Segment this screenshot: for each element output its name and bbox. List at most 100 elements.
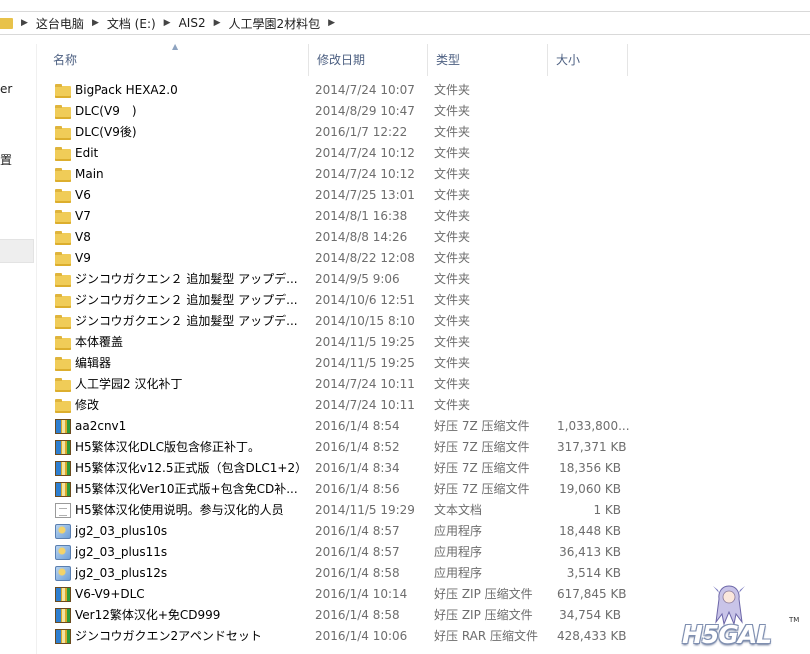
file-name: ジンコウガクエン２ 追加髮型 アップデ...	[75, 293, 298, 307]
file-date: 2016/1/4 8:57	[315, 545, 400, 559]
file-date: 2016/1/4 10:14	[315, 587, 408, 601]
file-type: 文件夹	[434, 272, 471, 286]
file-name: H5繁体汉化Ver10正式版+包含免CD补...	[75, 482, 298, 496]
file-type: 好压 7Z 压缩文件	[434, 419, 530, 433]
chevron-right-icon[interactable]: ▶	[164, 18, 171, 28]
file-date: 2014/8/22 12:08	[315, 251, 415, 265]
doc-icon	[55, 503, 71, 518]
file-date: 2014/11/5 19:29	[315, 503, 415, 517]
file-date: 2014/7/24 10:12	[315, 167, 415, 181]
file-type: 文件夹	[434, 104, 471, 118]
breadcrumb-item-drive[interactable]: 文档 (E:)	[107, 15, 156, 32]
file-name: V6	[75, 188, 91, 202]
folder-icon	[55, 377, 71, 392]
file-row[interactable]: Edit 2014/7/24 10:12 文件夹	[37, 143, 810, 164]
file-date: 2014/7/24 10:11	[315, 398, 415, 412]
folder-icon	[55, 356, 71, 371]
file-type: 文件夹	[434, 230, 471, 244]
file-date: 2016/1/7 12:22	[315, 125, 408, 139]
file-row[interactable]: 本体覆盖 2014/11/5 19:25 文件夹	[37, 332, 810, 353]
file-row[interactable]: ジンコウガクエン２ 追加髮型 アップデ... 2014/9/5 9:06 文件夹	[37, 269, 810, 290]
file-name: 人工学园2 汉化补丁	[75, 377, 183, 391]
file-size: 1,033,800...	[557, 419, 630, 433]
file-date: 2014/7/24 10:11	[315, 377, 415, 391]
file-type: 文件夹	[434, 293, 471, 307]
file-row[interactable]: Main 2014/7/24 10:12 文件夹	[37, 164, 810, 185]
breadcrumb-item-ais2[interactable]: AIS2	[179, 16, 206, 30]
file-row[interactable]: V6 2014/7/25 13:01 文件夹	[37, 185, 810, 206]
file-date: 2014/11/5 19:25	[315, 335, 415, 349]
column-header-row: ▲ 名称 修改日期 类型 大小	[37, 42, 810, 76]
file-name: 本体覆盖	[75, 335, 124, 349]
navigation-pane: er 置	[0, 44, 37, 654]
file-name: aa2cnv1	[75, 419, 127, 433]
column-header-type[interactable]: 类型	[428, 44, 548, 76]
file-size: 3,514 KB	[566, 566, 621, 580]
archive-icon	[55, 587, 71, 602]
file-row[interactable]: H5繁体汉化DLC版包含修正补丁。 2016/1/4 8:52 好压 7Z 压缩文件…	[37, 437, 810, 458]
file-name: H5繁体汉化使用说明。参与汉化的人员	[75, 503, 284, 517]
file-row[interactable]: 编辑器 2014/11/5 19:25 文件夹	[37, 353, 810, 374]
file-name: V7	[75, 209, 91, 223]
breadcrumb[interactable]: ▶ 这台电脑 ▶ 文档 (E:) ▶ AIS2 ▶ 人工學園2材料包 ▶	[0, 11, 810, 35]
file-date: 2016/1/4 8:52	[315, 440, 400, 454]
file-size: 34,754 KB	[559, 608, 621, 622]
column-header-size[interactable]: 大小	[548, 44, 628, 76]
file-type: 好压 ZIP 压缩文件	[434, 587, 533, 601]
folder-icon	[55, 83, 71, 98]
folder-icon	[0, 17, 13, 29]
file-type: 文本文档	[434, 503, 483, 517]
chevron-right-icon[interactable]: ▶	[21, 18, 28, 28]
file-type: 文件夹	[434, 167, 471, 181]
folder-icon	[55, 314, 71, 329]
breadcrumb-item-current[interactable]: 人工學園2材料包	[229, 15, 321, 32]
chevron-right-icon[interactable]: ▶	[328, 18, 335, 28]
chevron-right-icon[interactable]: ▶	[214, 18, 221, 28]
file-type: 文件夹	[434, 209, 471, 223]
nav-item-partial[interactable]: er	[0, 82, 12, 96]
column-header-name[interactable]: 名称	[45, 44, 309, 76]
file-row[interactable]: 修改 2014/7/24 10:11 文件夹	[37, 395, 810, 416]
file-date: 2014/7/25 13:01	[315, 188, 415, 202]
file-row[interactable]: jg2_03_plus10s 2016/1/4 8:57 应用程序 18,448 KB	[37, 521, 810, 542]
nav-item-selected[interactable]	[0, 239, 34, 263]
file-type: 文件夹	[434, 125, 471, 139]
file-size: 1 KB	[593, 503, 621, 517]
file-type: 好压 ZIP 压缩文件	[434, 608, 533, 622]
column-header-date[interactable]: 修改日期	[309, 44, 428, 76]
file-date: 2014/10/15 8:10	[315, 314, 415, 328]
file-name: 修改	[75, 398, 100, 412]
file-row[interactable]: V7 2014/8/1 16:38 文件夹	[37, 206, 810, 227]
file-row[interactable]: jg2_03_plus11s 2016/1/4 8:57 应用程序 36,413 KB	[37, 542, 810, 563]
file-name: jg2_03_plus10s	[75, 524, 168, 538]
file-size: 428,433 KB	[557, 629, 627, 643]
file-size: 317,371 KB	[557, 440, 627, 454]
file-type: 应用程序	[434, 545, 483, 559]
file-row[interactable]: H5繁体汉化使用说明。参与汉化的人员 2014/11/5 19:29 文本文档 1 K…	[37, 500, 810, 521]
file-date: 2016/1/4 8:58	[315, 566, 400, 580]
file-row[interactable]: ジンコウガクエン２ 追加髮型 アップデ... 2014/10/15 8:10 文件夹	[37, 311, 810, 332]
file-name: Main	[75, 167, 104, 181]
chevron-right-icon[interactable]: ▶	[92, 18, 99, 28]
file-row[interactable]: DLC(V9 ) 2014/8/29 10:47 文件夹	[37, 101, 810, 122]
file-row[interactable]: H5繁体汉化v12.5正式版（包含DLC1+2） 2016/1/4 8:34 好压 …	[37, 458, 810, 479]
breadcrumb-item-this-pc[interactable]: 这台电脑	[36, 15, 84, 32]
file-row[interactable]: 人工学园2 汉化补丁 2014/7/24 10:11 文件夹	[37, 374, 810, 395]
file-name: H5繁体汉化DLC版包含修正补丁。	[75, 440, 260, 454]
file-row[interactable]: ジンコウガクエン２ 追加髮型 アップデ... 2014/10/6 12:51 文件夹	[37, 290, 810, 311]
file-row[interactable]: aa2cnv1 2016/1/4 8:54 好压 7Z 压缩文件 1,033,800.…	[37, 416, 810, 437]
file-size: 36,413 KB	[559, 545, 621, 559]
app-icon	[55, 545, 71, 560]
file-row[interactable]: V8 2014/8/8 14:26 文件夹	[37, 227, 810, 248]
file-type: 文件夹	[434, 83, 471, 97]
file-row[interactable]: H5繁体汉化Ver10正式版+包含免CD补... 2016/1/4 8:56 好压 …	[37, 479, 810, 500]
file-type: 应用程序	[434, 566, 483, 580]
folder-icon	[55, 272, 71, 287]
file-date: 2016/1/4 8:56	[315, 482, 400, 496]
nav-item-partial[interactable]: 置	[0, 151, 12, 168]
file-row[interactable]: BigPack HEXA2.0 2014/7/24 10:07 文件夹	[37, 80, 810, 101]
trademark-mark: TM	[789, 616, 800, 624]
folder-icon	[55, 209, 71, 224]
file-row[interactable]: DLC(V9後) 2016/1/7 12:22 文件夹	[37, 122, 810, 143]
file-row[interactable]: V9 2014/8/22 12:08 文件夹	[37, 248, 810, 269]
